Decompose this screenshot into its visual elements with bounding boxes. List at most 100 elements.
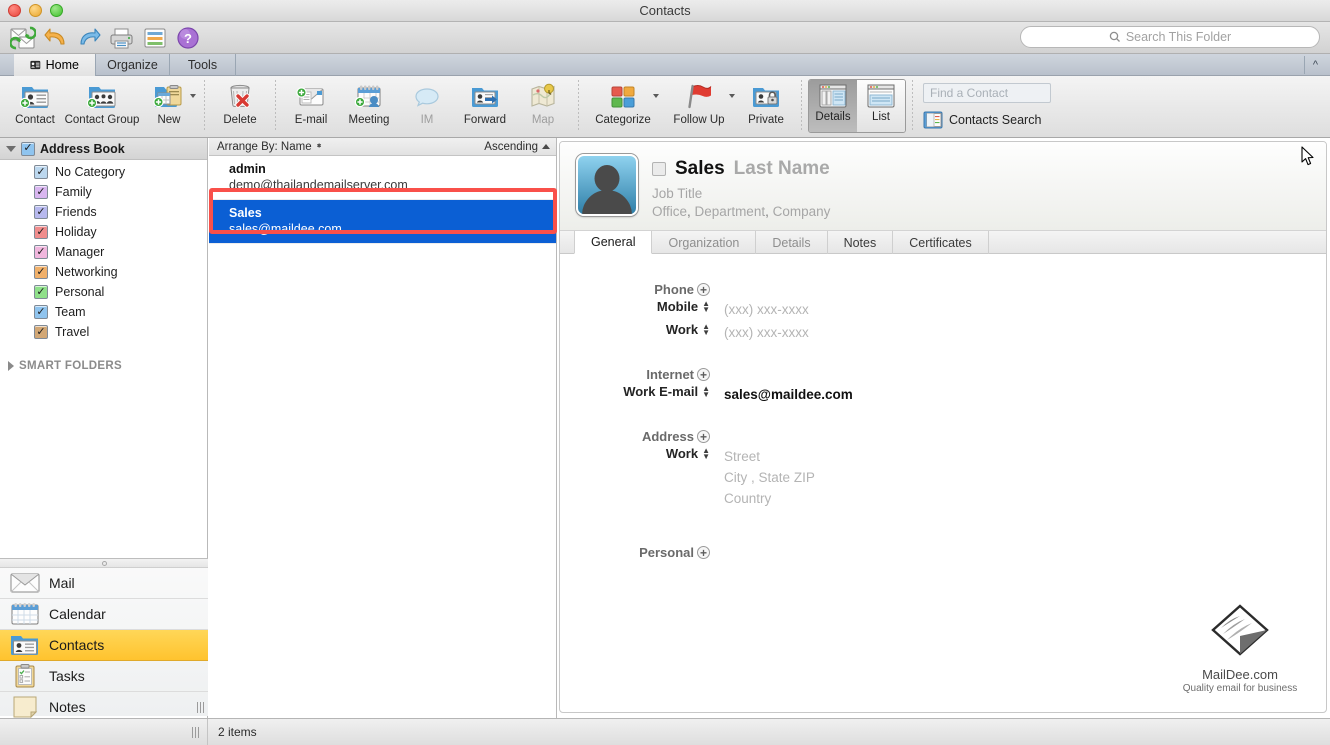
email-type-stepper[interactable]: ▲ ▼ <box>702 384 710 398</box>
tab-organize[interactable]: Organize <box>96 54 170 76</box>
follow-up-button[interactable]: Follow Up <box>661 76 737 134</box>
category-manager[interactable]: ✓ Manager <box>0 242 207 262</box>
nav-resize-grip[interactable] <box>197 702 204 713</box>
category-checkbox[interactable]: ✓ <box>34 225 48 239</box>
undo-icon[interactable] <box>41 24 70 52</box>
nav-item-contacts[interactable]: Contacts <box>0 630 208 661</box>
search-this-folder-input[interactable]: Search This Folder <box>1020 26 1320 48</box>
category-team[interactable]: ✓ Team <box>0 302 207 322</box>
contact-department[interactable]: Department <box>695 204 766 219</box>
categorize-button[interactable]: Categorize <box>585 76 661 134</box>
work-email-value[interactable]: sales@maildee.com <box>710 384 853 405</box>
list-item[interactable]: admin demo@thailandemailserver.com <box>209 156 556 200</box>
nav-item-tasks[interactable]: Tasks <box>0 661 208 692</box>
work-phone-value[interactable]: (xxx) xxx-xxxx <box>710 322 809 343</box>
chevron-up-icon[interactable]: ^ <box>1304 56 1326 74</box>
category-no-category[interactable]: ✓ No Category <box>0 162 207 182</box>
sort-stepper-icon[interactable]: ▲ ▼ <box>316 142 323 150</box>
category-friends[interactable]: ✓ Friends <box>0 202 207 222</box>
mobile-phone-value[interactable]: (xxx) xxx-xxxx <box>710 299 809 320</box>
contact-job-title[interactable]: Job Title <box>652 186 830 201</box>
new-item-button[interactable]: New <box>140 76 198 134</box>
forward-icon <box>468 80 502 112</box>
category-checkbox[interactable]: ✓ <box>34 285 48 299</box>
nav-item-label: Calendar <box>49 606 106 622</box>
find-a-contact-input[interactable]: Find a Contact <box>923 83 1051 103</box>
tab-general[interactable]: General <box>574 231 653 254</box>
category-checkbox[interactable]: ✓ <box>34 185 48 199</box>
sort-direction-button[interactable]: Ascending <box>484 141 550 153</box>
smart-folders-header[interactable]: SMART FOLDERS <box>0 356 207 376</box>
ribbon-group-actions: E-mail Meeting IM Forward Map <box>276 76 578 138</box>
contact-select-checkbox[interactable] <box>652 162 666 176</box>
details-view-button[interactable]: Details <box>809 80 857 132</box>
add-personal-button[interactable]: + <box>697 546 710 559</box>
category-networking[interactable]: ✓ Networking <box>0 262 207 282</box>
forward-button[interactable]: Forward <box>456 76 514 134</box>
private-button[interactable]: Private <box>737 76 795 134</box>
meeting-button[interactable]: Meeting <box>340 76 398 134</box>
list-view-button[interactable]: List <box>857 80 905 132</box>
nav-item-mail[interactable]: Mail <box>0 568 208 599</box>
tab-notes[interactable]: Notes <box>828 231 894 254</box>
address-book-header[interactable]: ✓ Address Book <box>0 138 207 160</box>
contact-office[interactable]: Office <box>652 204 687 219</box>
arrange-by-button[interactable]: Arrange By: Name ▲ ▼ <box>217 141 323 153</box>
tasks-clipboard-icon <box>15 664 35 688</box>
map-button[interactable]: Map <box>514 76 572 134</box>
add-phone-button[interactable]: + <box>697 283 710 296</box>
tab-details[interactable]: Details <box>756 231 828 254</box>
category-travel[interactable]: ✓ Travel <box>0 322 207 342</box>
chevron-down-icon[interactable] <box>653 94 659 98</box>
send-receive-icon[interactable] <box>8 24 37 52</box>
view-layout-icon[interactable] <box>140 24 169 52</box>
list-item[interactable]: Sales sales@maildee.com <box>209 200 556 244</box>
nav-resize-handle[interactable] <box>0 559 208 568</box>
help-icon[interactable]: ? <box>173 24 202 52</box>
address-type-stepper[interactable]: ▲ ▼ <box>702 446 710 460</box>
address-city-state-zip[interactable]: City , State ZIP <box>724 467 815 488</box>
category-checkbox[interactable]: ✓ <box>34 325 48 339</box>
address-book-checkbox[interactable]: ✓ <box>21 141 35 156</box>
contact-company[interactable]: Company <box>773 204 831 219</box>
mobile-phone-label: Mobile <box>656 299 699 314</box>
disclosure-triangle-icon[interactable] <box>8 361 14 371</box>
im-button[interactable]: IM <box>398 76 456 134</box>
print-icon[interactable] <box>107 24 136 52</box>
tab-home[interactable]: Home <box>14 54 96 76</box>
address-country[interactable]: Country <box>724 488 815 509</box>
tab-organization[interactable]: Organization <box>652 231 757 254</box>
category-checkbox[interactable]: ✓ <box>34 245 48 259</box>
disclosure-triangle-icon[interactable] <box>6 145 16 152</box>
contact-name: Sales <box>229 206 262 220</box>
chevron-down-icon[interactable] <box>729 94 735 98</box>
nav-item-calendar[interactable]: Calendar <box>0 599 208 630</box>
category-checkbox[interactable]: ✓ <box>34 305 48 319</box>
add-address-button[interactable]: + <box>697 430 710 443</box>
phone-type-stepper[interactable]: ▲ ▼ <box>702 299 710 313</box>
new-contact-button[interactable]: Contact <box>6 76 64 134</box>
category-checkbox[interactable]: ✓ <box>34 205 48 219</box>
delete-button[interactable]: Delete <box>211 76 269 134</box>
address-street[interactable]: Street <box>724 446 815 467</box>
category-holiday[interactable]: ✓ Holiday <box>0 222 207 242</box>
nav-item-label: Contacts <box>49 637 105 653</box>
forward-label: Forward <box>463 114 507 126</box>
category-family[interactable]: ✓ Family <box>0 182 207 202</box>
status-resize-grip[interactable] <box>192 726 199 738</box>
tab-certificates[interactable]: Certificates <box>893 231 989 254</box>
add-internet-button[interactable]: + <box>697 368 710 381</box>
category-checkbox[interactable]: ✓ <box>34 265 48 279</box>
category-personal[interactable]: ✓ Personal <box>0 282 207 302</box>
contact-avatar-icon[interactable] <box>576 154 638 216</box>
email-button[interactable]: E-mail <box>282 76 340 134</box>
new-contact-group-button[interactable]: Contact Group <box>64 76 140 134</box>
contacts-search-button[interactable]: Contacts Search <box>923 111 1041 129</box>
category-checkbox[interactable]: ✓ <box>34 165 48 179</box>
contact-last-name: Last Name <box>733 158 830 179</box>
chevron-down-icon[interactable] <box>190 94 196 98</box>
phone-type-stepper[interactable]: ▲ ▼ <box>702 322 710 336</box>
redo-icon[interactable] <box>74 24 103 52</box>
tab-tools[interactable]: Tools <box>170 54 236 76</box>
address-book-label: Address Book <box>40 141 125 156</box>
